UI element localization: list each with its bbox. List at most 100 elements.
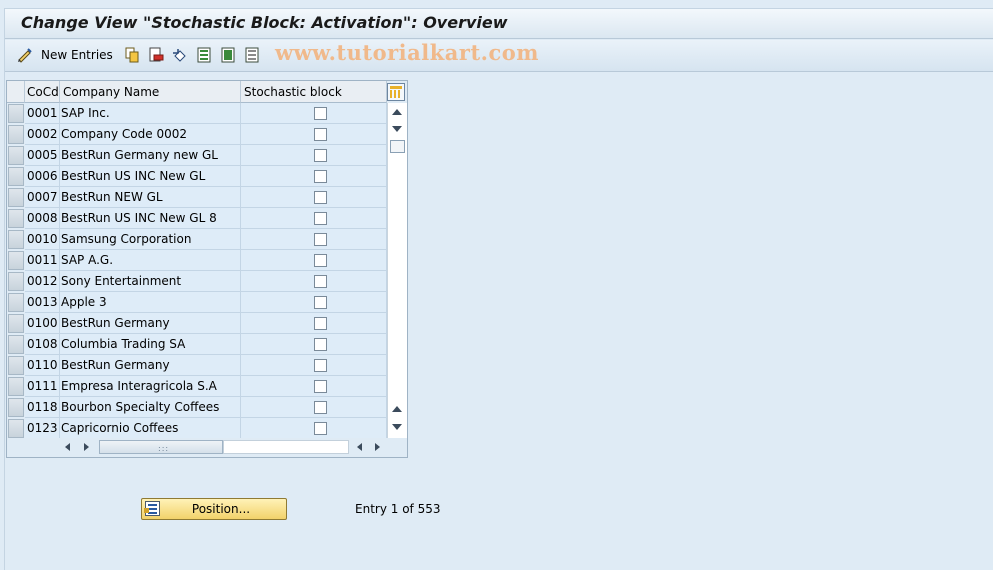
row-selector[interactable] <box>8 125 24 144</box>
delete-icon <box>148 47 164 63</box>
deselect-all-button[interactable] <box>244 46 260 64</box>
stochastic-block-checkbox[interactable] <box>314 401 327 414</box>
stochastic-block-checkbox[interactable] <box>314 317 327 330</box>
deselect-all-icon <box>244 47 260 63</box>
stochastic-block-checkbox[interactable] <box>314 233 327 246</box>
row-selector[interactable] <box>8 335 24 354</box>
scroll-thumb[interactable] <box>390 140 405 153</box>
horizontal-scroll-track[interactable] <box>223 440 349 454</box>
cell-company-name: BestRun Germany <box>60 313 241 334</box>
row-selector[interactable] <box>8 104 24 123</box>
cell-company-name: BestRun NEW GL <box>60 187 241 208</box>
select-all-button[interactable] <box>196 46 212 64</box>
stochastic-block-checkbox[interactable] <box>314 107 327 120</box>
scroll-right-end-icon[interactable] <box>375 443 380 451</box>
row-selector[interactable] <box>8 419 24 438</box>
cell-company-name: BestRun US INC New GL <box>60 166 241 187</box>
table-row: 0011 SAP A.G. <box>7 250 387 271</box>
stochastic-block-checkbox[interactable] <box>314 296 327 309</box>
cell-company-name: Samsung Corporation <box>60 229 241 250</box>
select-all-rows-corner[interactable] <box>7 81 25 103</box>
stochastic-block-checkbox[interactable] <box>314 359 327 372</box>
column-header-cocd[interactable]: CoCd <box>25 81 60 103</box>
cell-company-name: BestRun Germany new GL <box>60 145 241 166</box>
row-selector[interactable] <box>8 398 24 417</box>
stochastic-block-checkbox[interactable] <box>314 338 327 351</box>
table-row: 0111 Empresa Interagricola S.A <box>7 376 387 397</box>
edit-pencil-icon <box>17 47 33 63</box>
position-button[interactable]: Position... <box>141 498 287 520</box>
table-row: 0123 Capricornio Coffees <box>7 418 387 439</box>
stochastic-block-checkbox[interactable] <box>314 128 327 141</box>
scroll-left-end-icon[interactable] <box>357 443 362 451</box>
select-block-icon <box>220 47 236 63</box>
horizontal-scrollbar[interactable]: ::: <box>7 438 407 457</box>
stochastic-block-checkbox[interactable] <box>314 149 327 162</box>
row-selector[interactable] <box>8 167 24 186</box>
cell-cocd: 0001 <box>25 103 60 124</box>
cell-cocd: 0006 <box>25 166 60 187</box>
row-selector[interactable] <box>8 188 24 207</box>
table-row: 0108 Columbia Trading SA <box>7 334 387 355</box>
table-settings-icon[interactable] <box>387 83 405 101</box>
scroll-page-up-icon[interactable] <box>392 406 402 412</box>
scroll-up-icon[interactable] <box>392 109 402 115</box>
stochastic-block-checkbox[interactable] <box>314 254 327 267</box>
table-rows: 0001 SAP Inc. 0002 Company Code 0002 0005 Bes… <box>7 103 387 439</box>
row-selector[interactable] <box>8 272 24 291</box>
cell-cocd: 0005 <box>25 145 60 166</box>
scroll-page-down-icon[interactable] <box>392 424 402 430</box>
scroll-right-icon[interactable] <box>84 443 89 451</box>
vertical-scrollbar[interactable] <box>387 103 407 439</box>
horizontal-scroll-thumb[interactable]: ::: <box>99 440 223 454</box>
row-selector[interactable] <box>8 377 24 396</box>
entry-counter: Entry 1 of 553 <box>355 502 441 516</box>
title-bar: Change View "Stochastic Block: Activatio… <box>5 9 993 39</box>
cell-company-name: Bourbon Specialty Coffees <box>60 397 241 418</box>
cell-cocd: 0100 <box>25 313 60 334</box>
cell-company-name: Sony Entertainment <box>60 271 241 292</box>
row-selector[interactable] <box>8 209 24 228</box>
column-header-stochastic-block[interactable]: Stochastic block <box>241 81 387 103</box>
table-row: 0010 Samsung Corporation <box>7 229 387 250</box>
table-row: 0118 Bourbon Specialty Coffees <box>7 397 387 418</box>
table-row: 0100 BestRun Germany <box>7 313 387 334</box>
cell-cocd: 0007 <box>25 187 60 208</box>
stochastic-block-checkbox[interactable] <box>314 275 327 288</box>
cell-cocd: 0010 <box>25 229 60 250</box>
copy-button[interactable] <box>124 46 140 64</box>
cell-cocd: 0013 <box>25 292 60 313</box>
scroll-left-icon[interactable] <box>65 443 70 451</box>
cell-company-name: Company Code 0002 <box>60 124 241 145</box>
undo-change-button[interactable] <box>172 46 188 64</box>
row-selector[interactable] <box>8 356 24 375</box>
cell-cocd: 0002 <box>25 124 60 145</box>
stochastic-block-checkbox[interactable] <box>314 170 327 183</box>
delete-button[interactable] <box>148 46 164 64</box>
row-selector[interactable] <box>8 314 24 333</box>
row-selector[interactable] <box>8 230 24 249</box>
cell-cocd: 0111 <box>25 376 60 397</box>
table-row: 0007 BestRun NEW GL <box>7 187 387 208</box>
row-selector[interactable] <box>8 251 24 270</box>
new-entries-button[interactable]: New Entries <box>17 46 113 64</box>
column-header-company-name[interactable]: Company Name <box>60 81 241 103</box>
row-selector[interactable] <box>8 293 24 312</box>
select-all-icon <box>196 47 212 63</box>
stochastic-block-checkbox[interactable] <box>314 191 327 204</box>
page-title: Change View "Stochastic Block: Activatio… <box>21 13 508 32</box>
undo-icon <box>172 47 188 63</box>
table-row: 0001 SAP Inc. <box>7 103 387 124</box>
stochastic-block-checkbox[interactable] <box>314 212 327 225</box>
table-row: 0012 Sony Entertainment <box>7 271 387 292</box>
stochastic-block-checkbox[interactable] <box>314 422 327 435</box>
cell-company-name: SAP Inc. <box>60 103 241 124</box>
scroll-down-icon[interactable] <box>392 126 402 132</box>
select-block-button[interactable] <box>220 46 236 64</box>
stochastic-block-checkbox[interactable] <box>314 380 327 393</box>
table-row: 0008 BestRun US INC New GL 8 <box>7 208 387 229</box>
row-selector[interactable] <box>8 146 24 165</box>
cell-company-name: Apple 3 <box>60 292 241 313</box>
cell-cocd: 0110 <box>25 355 60 376</box>
cell-cocd: 0012 <box>25 271 60 292</box>
